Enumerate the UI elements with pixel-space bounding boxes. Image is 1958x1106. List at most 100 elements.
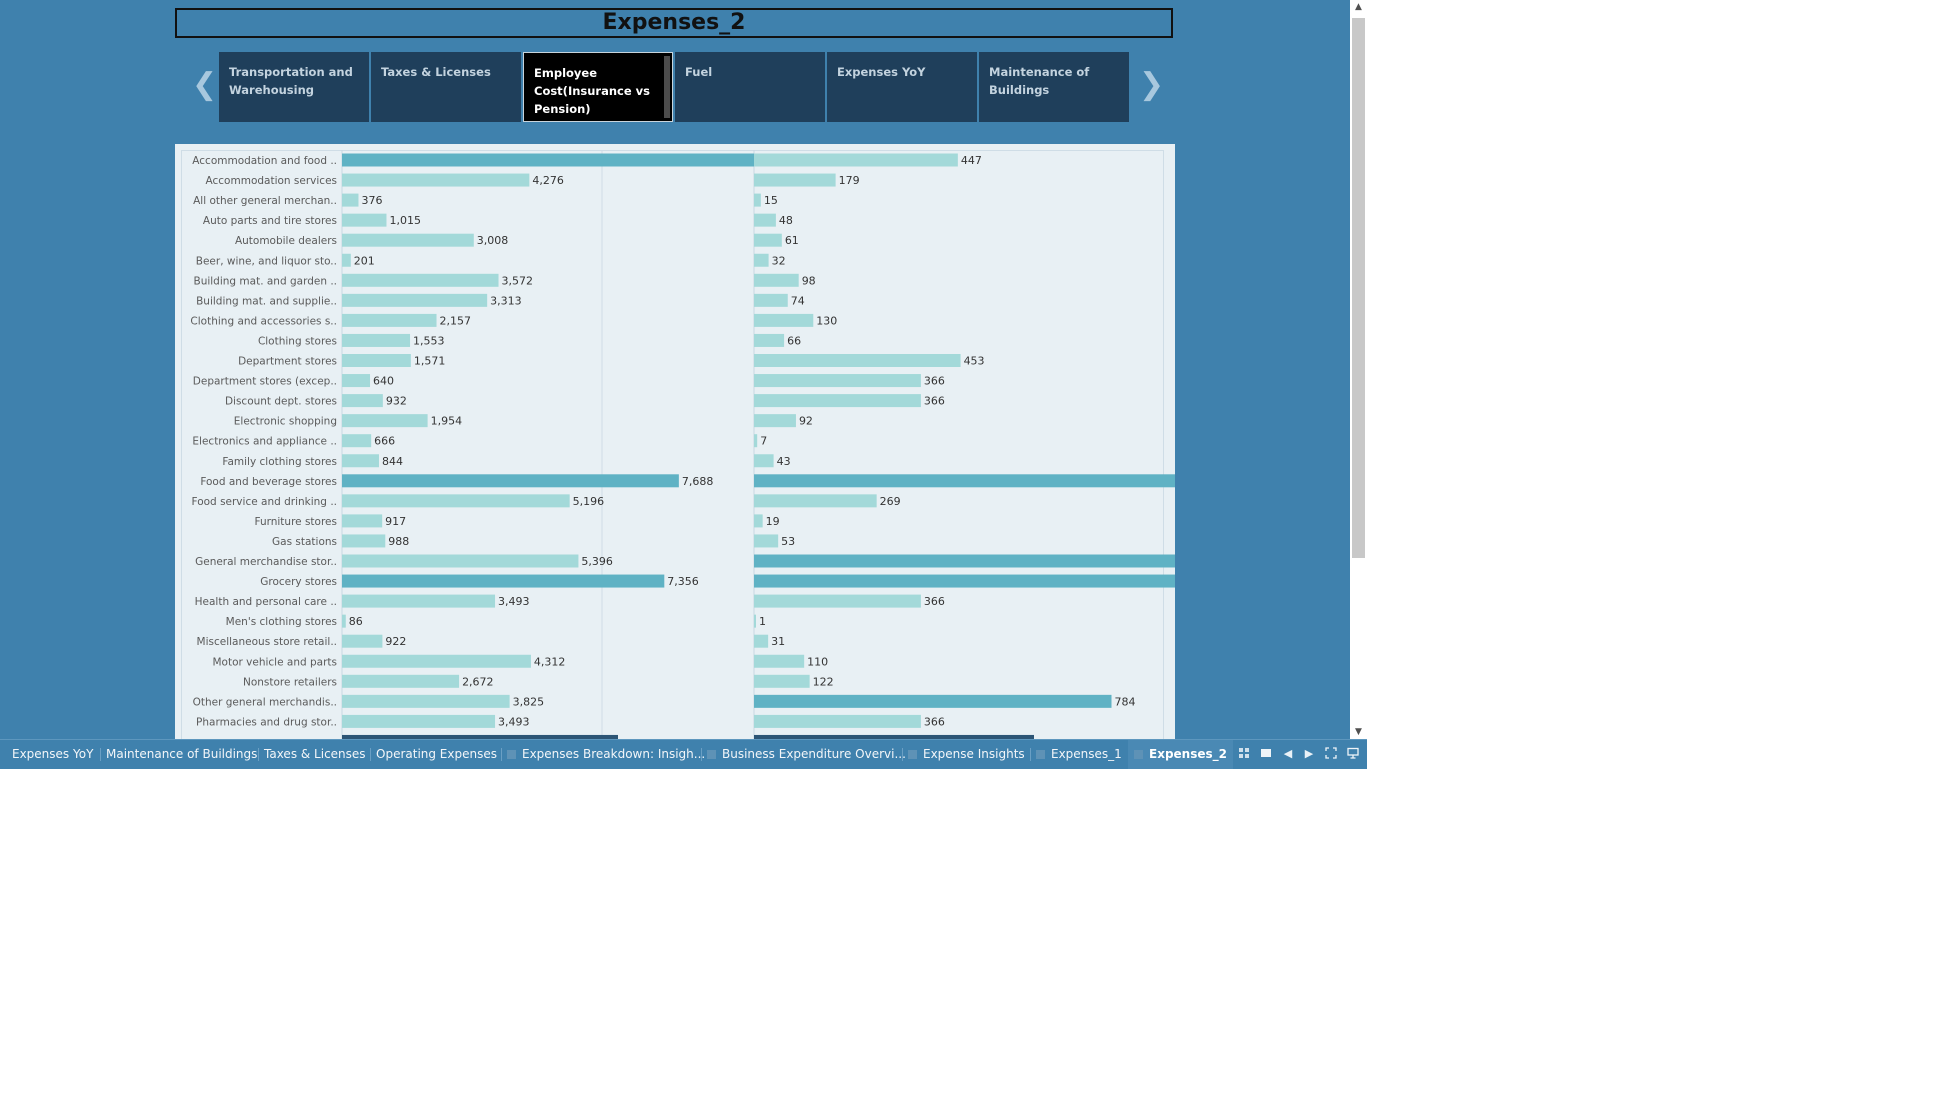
bar (754, 313, 814, 327)
sheet-tab-label: Expenses_1 (1051, 747, 1122, 761)
sheet-tab-label: Operating Expenses (376, 747, 497, 761)
bar (754, 434, 758, 448)
tab-taxes-and-licenses[interactable]: Taxes & Licenses (371, 52, 521, 122)
data-label: 922 (385, 635, 406, 648)
sheet-tab-label: Maintenance of Buildings (106, 747, 258, 761)
category-label: Grocery stores (260, 576, 337, 588)
data-label: 3,008 (477, 234, 509, 247)
prev-sheet-icon[interactable]: ◀ (1281, 747, 1295, 761)
data-label: 988 (388, 535, 409, 548)
sheet-tab-maintenance-of-buildings[interactable]: Maintenance of Buildings (100, 740, 258, 769)
data-label: 98 (802, 274, 816, 287)
tab-scrollbar[interactable] (664, 56, 670, 118)
filmstrip-icon[interactable] (1259, 747, 1273, 761)
next-sheet-icon[interactable]: ▶ (1302, 747, 1316, 761)
bar (754, 594, 921, 608)
bar (342, 674, 460, 688)
sheet-tab-label: Business Expenditure Overvi... (722, 747, 906, 761)
data-label: 7,688 (682, 475, 714, 488)
scroll-up-icon[interactable]: ▲ (1350, 0, 1367, 14)
tab-expenses-yoy[interactable]: Expenses YoY (827, 52, 977, 122)
category-label: Department stores (238, 356, 337, 368)
tab-label: Maintenance of Buildings (989, 65, 1090, 97)
data-label: 3,493 (498, 715, 530, 728)
data-label: 1,954 (431, 415, 463, 428)
data-label: 19 (766, 515, 780, 528)
sheet-tab-expense-insights[interactable]: Expense Insights (902, 740, 1025, 769)
category-label: Accommodation services (206, 175, 337, 187)
category-label: Other general merchandis.. (193, 696, 337, 708)
sheet-tab-operating-expenses[interactable]: Operating Expenses (370, 740, 497, 769)
data-label: 1,553 (413, 334, 445, 347)
sheet-tab-business-expenditure[interactable]: Business Expenditure Overvi... (701, 740, 906, 769)
category-label: Motor vehicle and parts (212, 656, 337, 668)
present-icon[interactable] (1346, 747, 1360, 761)
data-label: 4,276 (532, 174, 564, 187)
scroll-down-icon[interactable]: ▼ (1350, 725, 1367, 739)
bar (754, 153, 958, 167)
category-label: General merchandise stor.. (195, 556, 337, 568)
data-label: 932 (386, 395, 407, 408)
bar (754, 293, 788, 307)
category-label: All other general merchan.. (193, 195, 337, 207)
data-label: 43 (777, 455, 791, 468)
sheet-tab-expenses-yoy[interactable]: Expenses YoY (12, 740, 93, 769)
data-label: 2,157 (440, 314, 472, 327)
dashboard-icon (1134, 750, 1143, 759)
data-label: 5,396 (581, 555, 613, 568)
bar (342, 153, 758, 167)
category-label: Discount dept. stores (225, 396, 337, 408)
bar (754, 354, 961, 367)
bar (754, 193, 761, 207)
bar (754, 654, 805, 668)
tab-label: Transportation and Warehousing (229, 65, 353, 97)
category-label: Nonstore retailers (243, 676, 337, 688)
data-label: 376 (361, 194, 382, 207)
data-label: 86 (349, 615, 363, 628)
bar-chart[interactable]: Accommodation and food ..9,472447Accommo… (175, 144, 1175, 739)
tab-employee-cost[interactable]: Employee Cost(Insurance vs Pension) (523, 52, 673, 122)
bar (754, 374, 921, 388)
tab-separator (701, 748, 702, 761)
category-label: Department stores (excep.. (193, 376, 337, 388)
tab-fuel[interactable]: Fuel (675, 52, 825, 122)
sheet-tab-taxes-and-licenses[interactable]: Taxes & Licenses (258, 740, 366, 769)
sheet-tab-expenses-breakdown[interactable]: Expenses Breakdown: Insigh... (501, 740, 705, 769)
data-label: 366 (924, 715, 945, 728)
sheet-tab-label: Expenses YoY (12, 747, 94, 761)
tab-separator (258, 748, 259, 761)
data-label: 7,356 (667, 575, 699, 588)
data-label: 130 (816, 314, 837, 327)
category-label: Beer, wine, and liquor sto.. (196, 255, 337, 267)
data-label: 784 (1115, 695, 1136, 708)
grid-view-icon[interactable] (1237, 747, 1251, 761)
category-label: Health and personal care .. (195, 596, 337, 608)
sheet-tab-expenses-1[interactable]: Expenses_1 (1030, 740, 1122, 769)
fullscreen-icon[interactable] (1324, 747, 1338, 761)
data-label: 1 (759, 615, 766, 628)
scrollbar-thumb[interactable] (1352, 18, 1365, 558)
vertical-scrollbar[interactable]: ▲ ▼ (1350, 0, 1367, 739)
bar (342, 333, 411, 347)
category-label: Men's clothing stores (226, 616, 337, 628)
sheet-tab-expenses-2[interactable]: Expenses_2 (1128, 740, 1233, 769)
tab-separator (1030, 748, 1031, 761)
data-label: 3,313 (490, 294, 522, 307)
bar (342, 714, 496, 728)
category-label: Clothing stores (258, 335, 337, 347)
data-label: 3,493 (498, 595, 530, 608)
data-label: 48 (779, 214, 793, 227)
data-label: 5,196 (573, 495, 605, 508)
chevron-right-icon[interactable]: ❯ (1139, 70, 1164, 100)
chevron-left-icon[interactable]: ❮ (192, 70, 217, 100)
data-label: 74 (791, 294, 805, 307)
dashboard-icon (908, 750, 917, 759)
bar (342, 193, 359, 207)
bar (342, 654, 531, 668)
tab-transportation-and-warehousing[interactable]: Transportation and Warehousing (219, 52, 369, 122)
bar (754, 534, 779, 548)
tab-maintenance-of-buildings[interactable]: Maintenance of Buildings (979, 52, 1129, 122)
category-label: Gas stations (272, 536, 337, 548)
bar-chart-panel: Accommodation and food ..9,472447Accommo… (175, 144, 1175, 739)
bar (342, 554, 579, 568)
